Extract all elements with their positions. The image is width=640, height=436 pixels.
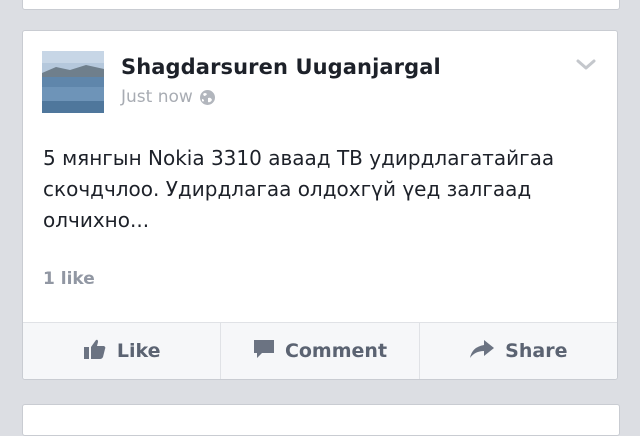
share-button[interactable]: Share (420, 323, 617, 379)
previous-post-card (22, 0, 620, 10)
post-text: 5 мянгын Nokia 3310 аваад ТВ удирдлагата… (43, 146, 555, 232)
share-label: Share (505, 340, 568, 362)
action-bar: Like Comment Share (23, 322, 617, 379)
like-count[interactable]: 1 like (43, 269, 95, 289)
chevron-down-icon[interactable] (575, 57, 597, 71)
share-arrow-icon (469, 339, 495, 364)
thumbs-up-icon (83, 338, 107, 365)
author-name[interactable]: Shagdarsuren Uuganjargal (121, 55, 441, 79)
post-card: Shagdarsuren Uuganjargal Just now 5 мянг… (22, 30, 618, 380)
like-button[interactable]: Like (23, 323, 222, 379)
globe-icon (199, 89, 216, 106)
post-meta: Just now (121, 87, 216, 107)
next-post-card (22, 404, 620, 436)
like-label: Like (116, 340, 161, 362)
timestamp[interactable]: Just now (121, 87, 193, 107)
comment-label: Comment (284, 340, 388, 362)
comment-button[interactable]: Comment (221, 323, 420, 379)
avatar[interactable] (42, 51, 104, 113)
comment-bubble-icon (253, 339, 275, 364)
